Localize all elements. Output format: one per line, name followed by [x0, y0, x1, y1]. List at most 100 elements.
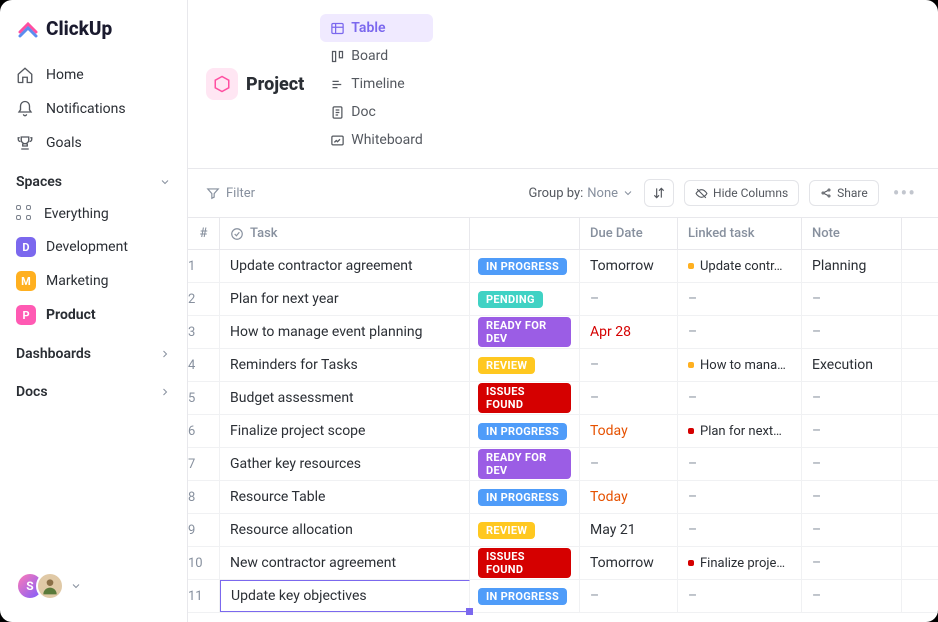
cell-task[interactable]: New contractor agreement [220, 547, 470, 579]
table-row[interactable]: 11 Update key objectives IN PROGRESS – –… [188, 580, 938, 613]
cell-due-date[interactable]: Tomorrow [580, 547, 678, 579]
cell-linked-task[interactable]: – [678, 382, 802, 414]
cell-linked-task[interactable]: Update contr… [678, 250, 802, 282]
cell-linked-task[interactable]: – [678, 316, 802, 348]
share-button[interactable]: Share [809, 180, 879, 206]
cell-note[interactable]: – [802, 382, 902, 414]
table-row[interactable]: 7 Gather key resources READY FOR DEV – –… [188, 448, 938, 481]
cell-due-date[interactable]: – [580, 448, 678, 480]
hide-columns-button[interactable]: Hide Columns [684, 180, 799, 206]
tab-whiteboard[interactable]: Whiteboard [320, 126, 433, 154]
sidebar-item-notifications[interactable]: Notifications [0, 92, 187, 126]
cell-note[interactable]: – [802, 316, 902, 348]
table-row[interactable]: 3 How to manage event planning READY FOR… [188, 316, 938, 349]
cell-due-date[interactable]: May 21 [580, 514, 678, 546]
sidebar-space-product[interactable]: PProduct [0, 298, 187, 332]
cell-note[interactable]: – [802, 283, 902, 315]
cell-linked-task[interactable]: – [678, 448, 802, 480]
cell-note[interactable]: Planning [802, 250, 902, 282]
cell-linked-task[interactable]: – [678, 514, 802, 546]
user-avatars[interactable]: S [0, 572, 187, 606]
cell-task[interactable]: Resource Table [220, 481, 470, 513]
cell-status[interactable]: IN PROGRESS [470, 580, 580, 612]
table-row[interactable]: 5 Budget assessment ISSUES FOUND – – – [188, 382, 938, 415]
cell-due-date[interactable]: – [580, 382, 678, 414]
cell-task[interactable]: Plan for next year [220, 283, 470, 315]
tab-doc[interactable]: Doc [320, 98, 433, 126]
project-title-block[interactable]: Project [206, 68, 304, 100]
cell-note[interactable]: Execution [802, 349, 902, 381]
cell-task[interactable]: Update key objectives [220, 580, 470, 612]
docs-header[interactable]: Docs [0, 370, 187, 408]
cell-note[interactable]: – [802, 514, 902, 546]
cell-task[interactable]: Update contractor agreement [220, 250, 470, 282]
cell-due-date[interactable]: Apr 28 [580, 316, 678, 348]
cell-status[interactable]: IN PROGRESS [470, 481, 580, 513]
share-icon [820, 187, 832, 199]
cell-task[interactable]: Reminders for Tasks [220, 349, 470, 381]
tab-board[interactable]: Board [320, 42, 433, 70]
column-header-task[interactable]: Task [220, 218, 470, 249]
dashboards-header[interactable]: Dashboards [0, 332, 187, 370]
cell-status[interactable]: REVIEW [470, 514, 580, 546]
cell-due-date[interactable]: Tomorrow [580, 250, 678, 282]
sort-button[interactable] [644, 179, 674, 207]
cell-linked-task[interactable]: Finalize proje… [678, 547, 802, 579]
cell-status[interactable]: ISSUES FOUND [470, 547, 580, 579]
cell-note[interactable]: – [802, 580, 902, 612]
cell-due-date[interactable]: Today [580, 481, 678, 513]
group-by-selector[interactable]: Group by: None [528, 186, 634, 201]
cell-number: 2 [188, 283, 220, 315]
table-row[interactable]: 2 Plan for next year PENDING – – – [188, 283, 938, 316]
cell-status[interactable]: ISSUES FOUND [470, 382, 580, 414]
column-header-linked[interactable]: Linked task [678, 218, 802, 249]
cell-due-date[interactable]: – [580, 580, 678, 612]
cell-task[interactable]: Resource allocation [220, 514, 470, 546]
cell-status[interactable]: READY FOR DEV [470, 316, 580, 348]
cell-status[interactable]: PENDING [470, 283, 580, 315]
cell-linked-task[interactable]: – [678, 481, 802, 513]
cell-task[interactable]: How to manage event planning [220, 316, 470, 348]
tab-timeline[interactable]: Timeline [320, 70, 433, 98]
filter-button[interactable]: Filter [206, 186, 255, 201]
cell-due-date[interactable]: – [580, 283, 678, 315]
cell-linked-task[interactable]: – [678, 580, 802, 612]
table-row[interactable]: 4 Reminders for Tasks REVIEW – How to ma… [188, 349, 938, 382]
cell-due-date[interactable]: Today [580, 415, 678, 447]
sidebar-item-everything[interactable]: Everything [0, 198, 187, 230]
cell-task[interactable]: Budget assessment [220, 382, 470, 414]
cell-note[interactable]: – [802, 547, 902, 579]
cell-task[interactable]: Gather key resources [220, 448, 470, 480]
spaces-header[interactable]: Spaces [0, 160, 187, 198]
table-row[interactable]: 8 Resource Table IN PROGRESS Today – – [188, 481, 938, 514]
cell-status[interactable]: READY FOR DEV [470, 448, 580, 480]
logo[interactable]: ClickUp [0, 16, 187, 58]
cell-linked-task[interactable]: Plan for next… [678, 415, 802, 447]
sidebar-space-marketing[interactable]: MMarketing [0, 264, 187, 298]
cell-note[interactable]: – [802, 415, 902, 447]
column-header-status[interactable] [470, 218, 580, 249]
table-row[interactable]: 10 New contractor agreement ISSUES FOUND… [188, 547, 938, 580]
sidebar-space-development[interactable]: DDevelopment [0, 230, 187, 264]
table-row[interactable]: 9 Resource allocation REVIEW May 21 – – [188, 514, 938, 547]
sidebar-item-home[interactable]: Home [0, 58, 187, 92]
cell-status[interactable]: IN PROGRESS [470, 415, 580, 447]
status-badge: REVIEW [478, 522, 535, 539]
cell-linked-task[interactable]: – [678, 283, 802, 315]
cell-status[interactable]: REVIEW [470, 349, 580, 381]
avatar[interactable] [36, 572, 64, 600]
table-row[interactable]: 1 Update contractor agreement IN PROGRES… [188, 250, 938, 283]
cell-note[interactable]: – [802, 481, 902, 513]
column-header-note[interactable]: Note [802, 218, 902, 249]
cell-task[interactable]: Finalize project scope [220, 415, 470, 447]
cell-linked-task[interactable]: How to mana… [678, 349, 802, 381]
table-row[interactable]: 6 Finalize project scope IN PROGRESS Tod… [188, 415, 938, 448]
column-header-due[interactable]: Due Date [580, 218, 678, 249]
column-header-number[interactable]: # [188, 218, 220, 249]
more-button[interactable]: ••• [889, 181, 920, 205]
cell-due-date[interactable]: – [580, 349, 678, 381]
sidebar-item-goals[interactable]: Goals [0, 126, 187, 160]
cell-note[interactable]: – [802, 448, 902, 480]
tab-table[interactable]: Table [320, 14, 433, 42]
cell-status[interactable]: IN PROGRESS [470, 250, 580, 282]
